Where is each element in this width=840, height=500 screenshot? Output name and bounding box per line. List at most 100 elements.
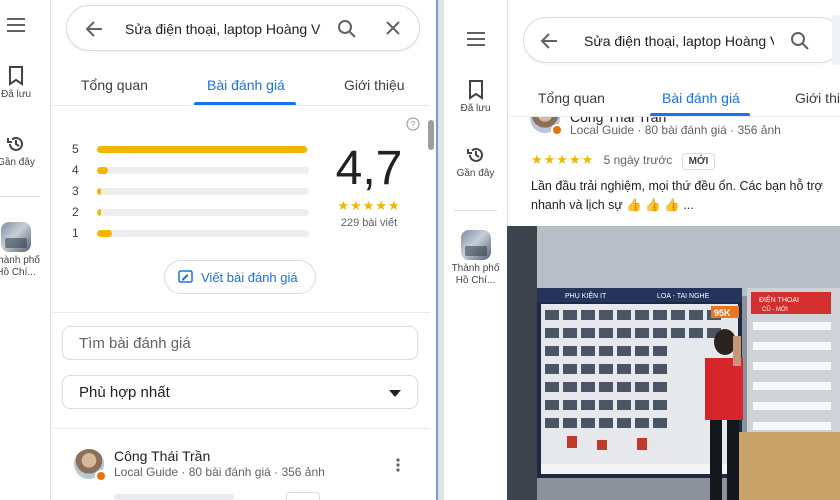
review-count: 229 bài viết <box>340 217 398 229</box>
review-time: 5 ngày trước <box>603 153 673 167</box>
close-icon[interactable] <box>385 20 401 36</box>
reviewer-meta: Local Guide · 80 bài đánh giá · 356 ảnh <box>114 465 325 479</box>
side-rail: Đã lưu Gần đây Thành phố Hồ Chí... <box>444 0 508 500</box>
hamburger-menu-icon <box>7 18 25 32</box>
sign-phu-kien: PHỤ KIỆN IT <box>565 291 607 300</box>
history-icon <box>7 136 23 151</box>
rail-divider <box>454 210 497 211</box>
recent-place-button[interactable]: Thành phố Hồ Chí... <box>444 230 507 287</box>
average-rating: 4,7 <box>335 142 403 195</box>
rail-divider <box>0 196 40 197</box>
section-divider <box>52 312 430 313</box>
rating-bar-track <box>97 209 309 216</box>
history-icon <box>466 147 483 162</box>
side-rail: Đã lưu Gần đây Thành phố Hồ Chí... <box>0 0 51 500</box>
review-search-placeholder: Tìm bài đánh giá <box>79 335 191 352</box>
new-review-badge: MỚI <box>681 153 716 170</box>
rating-bar-track <box>97 188 309 195</box>
reviewer-avatar[interactable] <box>74 449 107 482</box>
left-window: Đã lưu Gần đây Thành phố Hồ Chí... Sửa đ… <box>0 0 436 500</box>
dropdown-caret-icon <box>389 390 401 397</box>
saved-button[interactable]: Đã lưu <box>0 66 50 101</box>
review-header-clipped: Công Thái Trần Local Guide · 80 bài đánh… <box>510 117 840 137</box>
search-query[interactable]: Sửa điện thoại, laptop Hoàng V <box>584 33 774 49</box>
review-rating-line: ★★★★★ 5 ngày trước MỚI <box>531 152 716 170</box>
bookmark-icon <box>9 66 23 86</box>
sign-loa: LOA - TAI NGHE <box>657 293 710 300</box>
tab-reviews[interactable]: Bài đánh giá <box>662 90 740 106</box>
review-search-input[interactable]: Tìm bài đánh giá <box>62 326 418 360</box>
rating-bar-track <box>97 167 309 174</box>
window-divider <box>436 0 444 500</box>
recent-button[interactable]: Gần đây <box>0 134 50 169</box>
local-guide-badge-icon <box>551 124 563 136</box>
menu-button[interactable] <box>0 18 50 35</box>
edit-review-icon <box>178 270 193 283</box>
svg-text:?: ? <box>410 120 415 130</box>
place-label-line1: Thành phố <box>451 263 500 274</box>
recent-button[interactable]: Gần đây <box>444 145 507 180</box>
tab-about[interactable]: Giới thiệu <box>795 90 840 106</box>
reviewer-avatar[interactable] <box>530 117 563 136</box>
rating-bar-fill <box>97 146 307 153</box>
review-text: Lần đầu trải nghiệm, mọi thứ đều ổn. Các… <box>531 177 823 215</box>
review-photo[interactable]: PHỤ KIỆN IT LOA - TAI NGHE 95K ĐIỆN THOẠ… <box>507 226 840 500</box>
search-box[interactable]: Sửa điện thoại, laptop Hoàng V <box>66 5 420 51</box>
rating-summary: 4,7 ★★★★★ 229 bài viết <box>332 142 406 229</box>
tab-overview[interactable]: Tổng quan <box>81 77 148 93</box>
rating-row-star: 3 <box>72 184 79 198</box>
tab-divider <box>52 105 430 106</box>
next-row-peek <box>114 492 354 500</box>
place-thumbnail <box>460 230 491 260</box>
search-query[interactable]: Sửa điện thoại, laptop Hoàng V <box>125 21 321 37</box>
tab-reviews[interactable]: Bài đánh giá <box>207 77 285 93</box>
search-box[interactable]: Sửa điện thoại, laptop Hoàng V <box>523 17 840 63</box>
sign-cu-moi: CŨ - MỚI <box>762 306 788 313</box>
recent-place-button[interactable]: Thành phố Hồ Chí... <box>0 222 50 279</box>
average-stars: ★★★★★ <box>337 198 401 213</box>
saved-label: Đã lưu <box>0 89 32 100</box>
sign-dien-thoai: ĐIỆN THOẠI <box>759 295 799 304</box>
rating-row-star: 2 <box>72 205 79 219</box>
saved-button[interactable]: Đã lưu <box>444 80 507 115</box>
rating-bar-track <box>97 146 309 153</box>
back-arrow-icon[interactable] <box>85 20 103 38</box>
bookmark-icon <box>468 80 483 100</box>
more-options-icon[interactable] <box>396 458 400 472</box>
place-label-line1: Thành phố <box>0 255 40 266</box>
price-tag: 95K <box>714 308 731 318</box>
right-window: Đã lưu Gần đây Thành phố Hồ Chí... Sửa đ… <box>444 0 840 500</box>
recent-label: Gần đây <box>456 168 495 179</box>
reviewer-meta: Local Guide · 80 bài đánh giá · 356 ảnh <box>570 123 781 137</box>
write-review-label: Viết bài đánh giá <box>201 270 298 285</box>
search-icon[interactable] <box>337 19 357 39</box>
help-icon[interactable]: ? <box>406 117 420 131</box>
rating-row-star: 1 <box>72 226 79 240</box>
tab-overview[interactable]: Tổng quan <box>538 90 605 106</box>
rating-row-star: 4 <box>72 163 79 177</box>
rating-bar-fill <box>97 230 112 237</box>
recent-label: Gần đây <box>0 157 35 168</box>
right-edge-shadow <box>832 15 840 65</box>
place-thumbnail <box>1 222 31 252</box>
write-review-button[interactable]: Viết bài đánh giá <box>164 260 316 294</box>
reviewer-name[interactable]: Công Thái Trần <box>114 448 210 464</box>
scrollbar-thumb[interactable] <box>428 120 434 150</box>
sort-selected-value: Phù hợp nhất <box>79 384 170 401</box>
screenshot-stage: Đã lưu Gần đây Thành phố Hồ Chí... Sửa đ… <box>0 0 840 500</box>
rating-bar-fill <box>97 188 102 195</box>
rating-bar-track <box>97 230 309 237</box>
hamburger-menu-icon <box>466 32 485 46</box>
search-icon[interactable] <box>790 31 810 51</box>
place-label-line2: Hồ Chí... <box>455 275 496 286</box>
menu-button[interactable] <box>444 32 507 49</box>
tab-about[interactable]: Giới thiệu <box>344 77 405 93</box>
next-row-tag-edge <box>286 492 320 500</box>
place-panel: Sửa điện thoại, laptop Hoàng V Tổng quan… <box>52 0 434 500</box>
reviews-divider <box>52 428 430 429</box>
local-guide-badge-icon <box>95 470 107 482</box>
rating-bar-fill <box>97 209 102 216</box>
back-arrow-icon[interactable] <box>540 32 558 50</box>
rating-bar-fill <box>97 167 108 174</box>
sort-select[interactable]: Phù hợp nhất <box>62 375 418 409</box>
